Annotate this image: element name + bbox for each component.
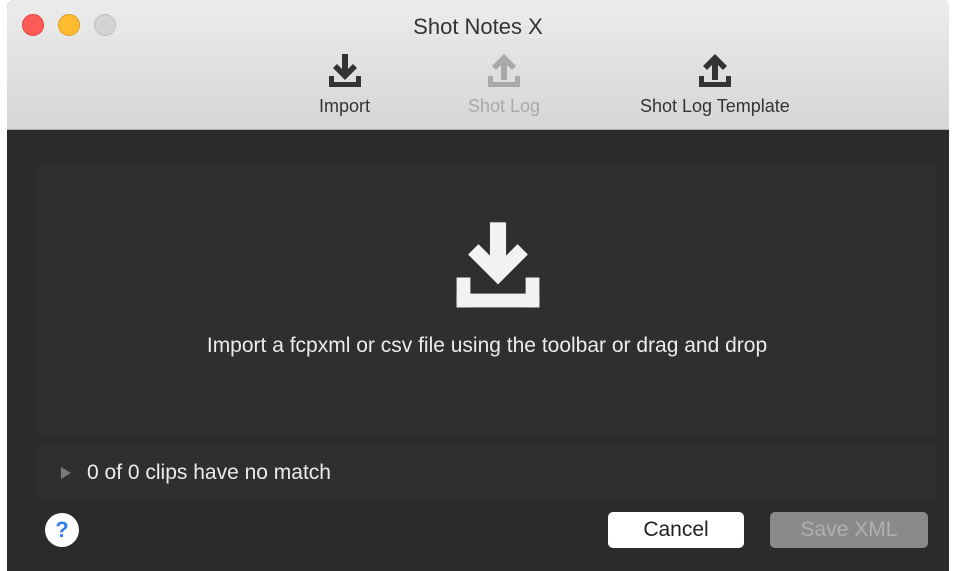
titlebar: Shot Notes X Import Shot Log Shot Log Te… (7, 0, 949, 130)
unmatched-clips-text: 0 of 0 clips have no match (87, 461, 331, 484)
app-window: Shot Notes X Import Shot Log Shot Log Te… (7, 0, 949, 571)
import-toolbar-button[interactable]: Import (319, 52, 370, 117)
shot-log-label: Shot Log (468, 96, 541, 116)
upload-icon (698, 54, 731, 87)
import-label: Import (319, 96, 371, 116)
save-xml-button[interactable]: Save XML (770, 512, 928, 548)
unmatched-clips-disclosure[interactable]: 0 of 0 clips have no match (37, 446, 937, 500)
cancel-button[interactable]: Cancel (608, 512, 744, 548)
download-icon (328, 54, 361, 87)
disclosure-triangle-icon[interactable] (61, 467, 71, 479)
window-title: Shot Notes X (413, 14, 543, 39)
shot-log-toolbar-button[interactable]: Shot Log (468, 52, 540, 117)
question-mark-icon: ? (55, 517, 69, 542)
drop-zone-message: Import a fcpxml or csv file using the to… (206, 334, 768, 357)
drop-zone[interactable]: Import a fcpxml or csv file using the to… (37, 164, 937, 434)
shot-log-template-toolbar-button[interactable]: Shot Log Template (640, 52, 790, 117)
download-icon (456, 222, 540, 308)
help-button[interactable]: ? (45, 513, 79, 547)
upload-icon (488, 54, 521, 87)
shot-log-template-label: Shot Log Template (640, 96, 790, 116)
